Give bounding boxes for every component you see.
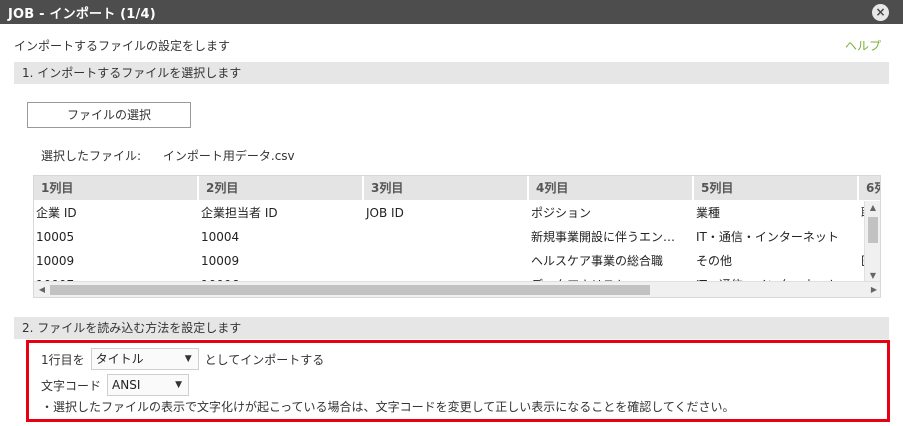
table-cell: ヘルスケア事業の総合職 — [531, 254, 664, 268]
grid-column-header: 6列目 — [859, 176, 880, 200]
scroll-up-icon[interactable]: ▲ — [865, 202, 880, 214]
table-cell: 10004 — [201, 230, 240, 244]
grid-column-header: 1列目 — [34, 176, 199, 200]
encoding-select-value: ANSI — [112, 378, 141, 392]
section-1-header: 1. インポートするファイルを選択します — [14, 62, 889, 84]
first-row-prefix-label: 1行目を — [41, 352, 85, 367]
chevron-down-icon: ▼ — [184, 354, 192, 364]
grid-header-row: 1列目 2列目 3列目 4列目 5列目 6列目 — [34, 176, 880, 200]
chevron-down-icon: ▼ — [175, 380, 183, 390]
table-row: 企業 ID 企業担当者 ID JOB ID ポジション 業種 職種 — [34, 201, 866, 225]
table-cell: 新規事業開設に伴うエンジニア募集 — [531, 230, 694, 244]
vertical-scrollbar[interactable]: ▲ ▼ — [864, 201, 880, 283]
help-link[interactable]: ヘルプ — [845, 37, 881, 54]
table-cell: ポジション — [531, 206, 592, 220]
dialog-description: インポートするファイルの設定をします — [14, 39, 231, 53]
table-cell: その他 — [696, 254, 733, 268]
first-row-suffix-label: としてインポートする — [204, 352, 325, 367]
horizontal-scroll-thumb[interactable] — [50, 285, 650, 295]
encoding-select[interactable]: ANSI ▼ — [107, 374, 190, 396]
encoding-setting: 文字コード ANSI ▼ — [41, 374, 195, 396]
encoding-note: ・選択したファイルの表示で文字化けが起こっている場合は、文字コードを変更して正し… — [41, 400, 735, 414]
grid-column-header: 2列目 — [199, 176, 364, 200]
table-row: 10009 10009 ヘルスケア事業の総合職 その他 医療 — [34, 249, 866, 273]
encoding-label: 文字コード — [41, 378, 102, 393]
table-cell: 業種 — [696, 206, 721, 220]
table-cell: 企業 ID — [36, 206, 77, 220]
table-cell: 10005 — [36, 230, 75, 244]
horizontal-scrollbar[interactable]: ◀ ▶ — [34, 281, 880, 297]
first-row-setting: 1行目を タイトル ▼ としてインポートする — [41, 348, 324, 370]
table-cell: 企業担当者 ID — [201, 206, 278, 220]
section-2-header: 2. ファイルを読み込む方法を設定します — [14, 317, 889, 339]
selected-file-label: 選択したファイル: — [41, 149, 142, 163]
selected-file-line: 選択したファイル: インポート用データ.csv — [41, 147, 295, 164]
choose-file-button[interactable]: ファイルの選択 — [27, 102, 191, 128]
table-row: 10005 10004 新規事業開設に伴うエンジニア募集 IT・通信・インターネ… — [34, 225, 866, 249]
table-cell: 10009 — [36, 254, 75, 268]
table-cell — [364, 249, 529, 273]
scroll-right-icon[interactable]: ▶ — [867, 282, 880, 297]
grid-body: 企業 ID 企業担当者 ID JOB ID ポジション 業種 職種 10005 … — [34, 201, 866, 283]
scroll-left-icon[interactable]: ◀ — [35, 282, 49, 297]
import-settings-highlight: 1行目を タイトル ▼ としてインポートする 文字コード ANSI ▼ ・選択し… — [26, 340, 890, 422]
dialog-titlebar: JOB - インポート (1/4) × — [0, 0, 903, 24]
grid-column-header: 4列目 — [529, 176, 694, 200]
vertical-scroll-thumb[interactable] — [868, 217, 878, 243]
selected-file-name: インポート用データ.csv — [162, 149, 295, 163]
table-cell: 10009 — [201, 254, 240, 268]
dialog-title: JOB - インポート (1/4) — [8, 7, 156, 22]
preview-grid[interactable]: 1列目 2列目 3列目 4列目 5列目 6列目 企業 ID 企業担当者 ID J… — [33, 175, 881, 298]
table-cell: JOB ID — [366, 206, 404, 220]
close-icon[interactable]: × — [872, 4, 889, 21]
table-cell: IT・通信・インターネット — [696, 230, 839, 244]
table-cell — [364, 225, 529, 249]
grid-column-header: 3列目 — [364, 176, 529, 200]
first-row-select[interactable]: タイトル ▼ — [90, 348, 199, 370]
grid-column-header: 5列目 — [694, 176, 859, 200]
first-row-select-value: タイトル — [95, 352, 144, 366]
